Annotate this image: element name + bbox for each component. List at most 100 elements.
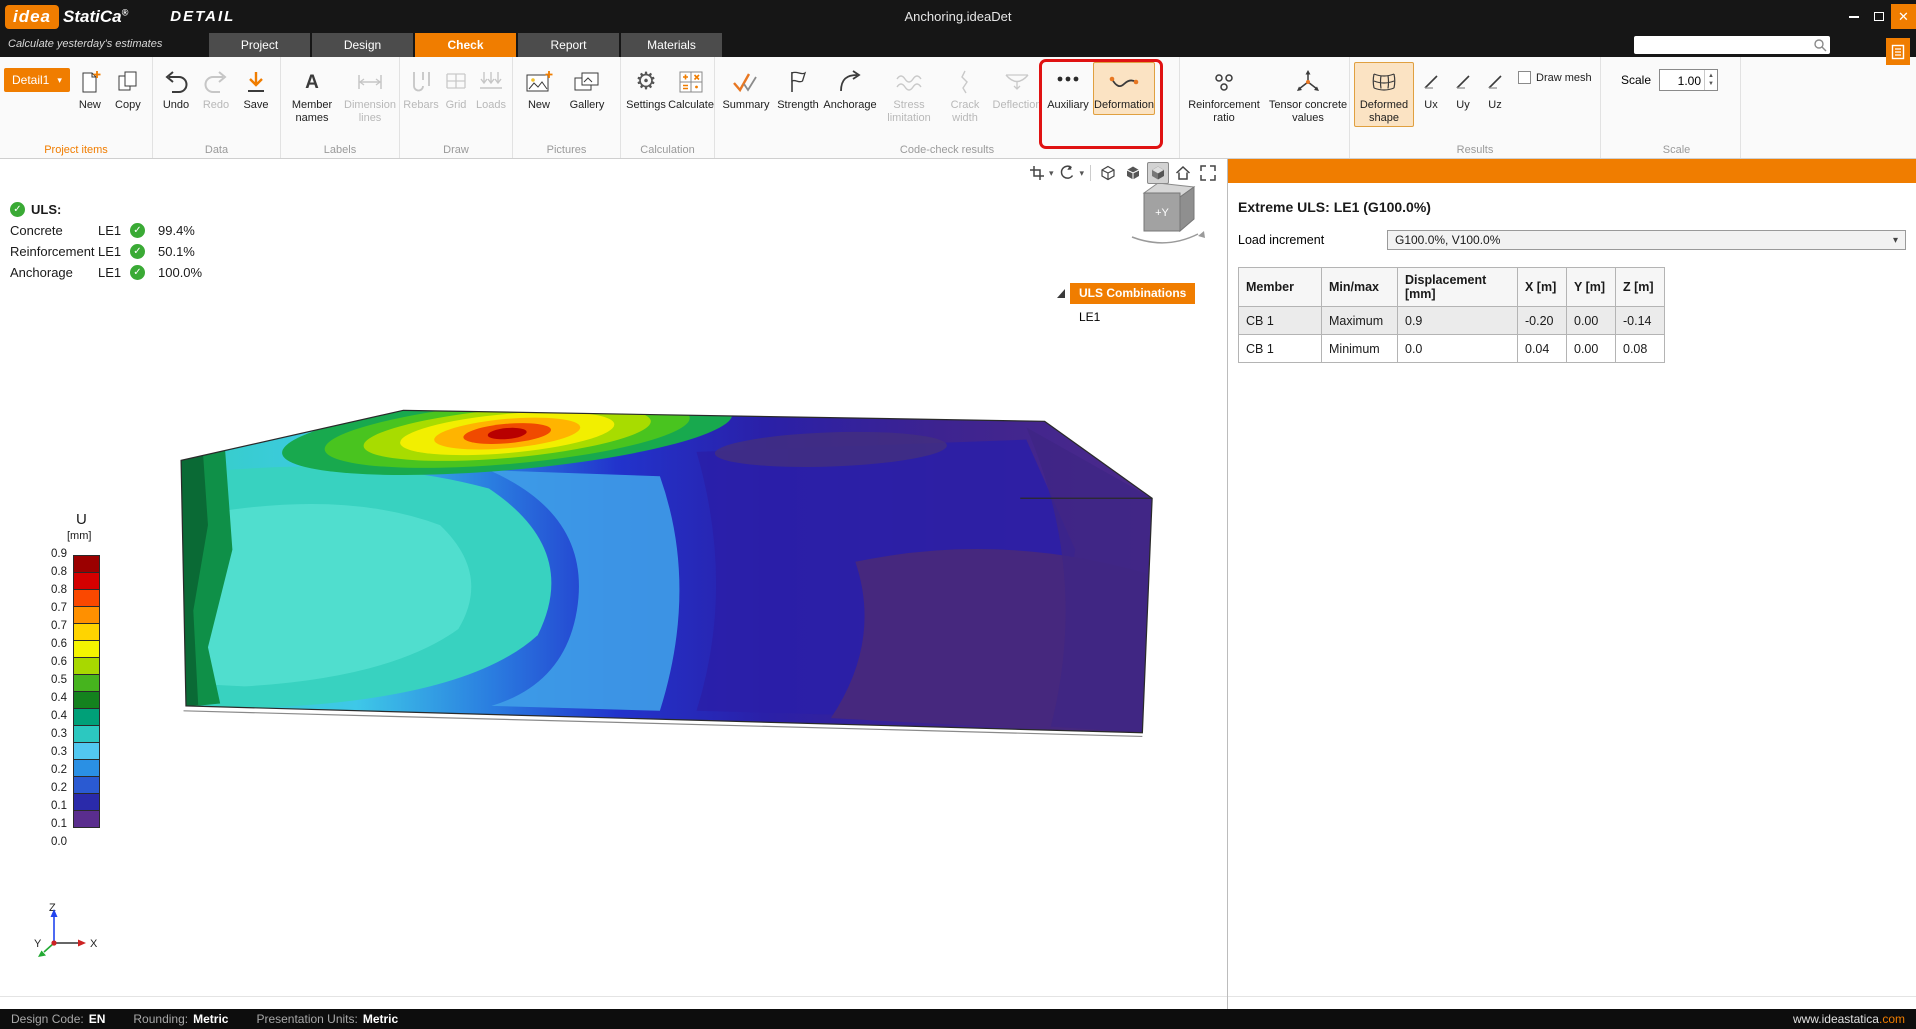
group-label-pictures: Pictures — [513, 144, 620, 156]
panel-header-strip — [1228, 159, 1916, 183]
tab-check[interactable]: Check — [415, 33, 516, 57]
legend-value: 0.8 — [30, 584, 67, 596]
legend-swatch — [73, 691, 100, 709]
units-value[interactable]: Metric — [363, 1012, 398, 1026]
draw-mesh-checkbox[interactable] — [1518, 71, 1531, 84]
loads-button[interactable]: Loads — [474, 62, 508, 115]
deflection-icon — [1003, 66, 1031, 98]
member-names-button[interactable]: A Member names — [285, 62, 339, 127]
gallery-button[interactable]: Gallery — [563, 62, 611, 115]
col-displacement: Displacement [mm] — [1398, 268, 1518, 307]
ribbon-options-button[interactable] — [1886, 38, 1910, 65]
dimension-lines-button[interactable]: Dimension lines — [341, 62, 399, 127]
save-icon — [244, 66, 268, 98]
orbit-dropdown-chevron[interactable]: ▾ — [1079, 168, 1084, 179]
crack-width-button[interactable]: Crack width — [941, 62, 989, 127]
legend-value: 0.3 — [30, 728, 67, 740]
orbit-tool-button[interactable] — [1056, 162, 1078, 184]
tab-project[interactable]: Project — [209, 33, 310, 57]
ribbon-group-scale: Scale 1.00 ▲▼ Scale — [1613, 57, 1741, 158]
legend-value: 0.7 — [30, 620, 67, 632]
close-button[interactable]: ✕ — [1891, 4, 1916, 29]
deflection-button[interactable]: Deflection — [991, 62, 1043, 115]
legend-value: 0.9 — [30, 548, 67, 560]
reinforcement-ratio-button[interactable]: Reinforcement ratio — [1184, 62, 1264, 127]
redo-button[interactable]: Redo — [197, 62, 235, 115]
settings-button[interactable]: ⚙ Settings — [625, 62, 667, 115]
uls-combinations-badge[interactable]: ULS Combinations — [1070, 283, 1195, 304]
detail-selector-button[interactable]: Detail1▾ — [4, 68, 70, 92]
tensor-concrete-values-button[interactable]: Tensor concrete values — [1266, 62, 1350, 127]
search-input[interactable] — [1634, 38, 1813, 52]
scale-spinner-arrows[interactable]: ▲▼ — [1704, 70, 1717, 90]
load-increment-select[interactable]: G100.0%, V100.0% ▾ — [1387, 230, 1906, 250]
document-title: Anchoring.ideaDet — [0, 9, 1916, 24]
combinations-expander[interactable] — [1057, 289, 1065, 298]
rebars-button[interactable]: Rebars — [404, 62, 438, 115]
legend-value: 0.2 — [30, 782, 67, 794]
deformation-plot[interactable] — [171, 403, 1161, 750]
summary-button[interactable]: Summary — [719, 62, 773, 115]
clipping-dropdown-chevron[interactable]: ▾ — [1049, 168, 1054, 179]
table-row[interactable]: CB 1 Minimum 0.0 0.04 0.00 0.08 — [1239, 335, 1665, 363]
clipping-tool-button[interactable] — [1026, 162, 1048, 184]
uy-button[interactable]: Uy — [1448, 62, 1478, 115]
stress-limitation-button[interactable]: Stress limitation — [879, 62, 939, 127]
restore-button[interactable] — [1866, 4, 1891, 29]
home-view-button[interactable] — [1172, 162, 1194, 184]
deformed-shape-button[interactable]: Deformed shape — [1354, 62, 1414, 127]
calculate-button[interactable]: Calculate — [669, 62, 713, 115]
new-project-item-button[interactable]: New — [72, 62, 108, 115]
tab-materials[interactable]: Materials — [621, 33, 722, 57]
scale-value[interactable]: 1.00 — [1660, 70, 1704, 90]
close-icon: ✕ — [1898, 9, 1909, 25]
title-bar: idea StatiCa® DETAIL Anchoring.ideaDet ✕ — [0, 0, 1916, 33]
tab-report[interactable]: Report — [518, 33, 619, 57]
new-picture-label: New — [528, 99, 550, 112]
crop-icon — [1029, 165, 1045, 181]
grid-label: Grid — [446, 99, 467, 112]
canvas-divider — [0, 996, 1227, 997]
minimize-button[interactable] — [1841, 4, 1866, 29]
solid-view-button[interactable] — [1122, 162, 1144, 184]
navigation-cube[interactable]: +Y — [1122, 179, 1210, 254]
copy-project-item-button[interactable]: Copy — [110, 62, 146, 115]
deformation-button[interactable]: Deformation — [1093, 62, 1155, 115]
ribbon: Detail1▾ New Copy Project items Undo — [0, 57, 1916, 159]
auxiliary-button[interactable]: Auxiliary — [1045, 62, 1091, 115]
search-box[interactable] — [1634, 36, 1830, 54]
legend-value: 0.3 — [30, 746, 67, 758]
spinner-down-icon[interactable]: ▼ — [1708, 80, 1714, 88]
grid-button[interactable]: Grid — [440, 62, 472, 115]
legend-swatch — [73, 708, 100, 726]
draw-mesh-toggle[interactable]: Draw mesh — [1518, 71, 1592, 84]
website-link[interactable]: www.ideastatica.com — [1793, 1012, 1905, 1026]
model-viewport[interactable]: ▾ ▾ ✓ ULS: — [0, 159, 1227, 1009]
uz-button[interactable]: Uz — [1480, 62, 1510, 115]
status-bar: Design Code: EN Rounding: Metric Present… — [0, 1009, 1916, 1029]
new-picture-button[interactable]: New — [517, 62, 561, 115]
design-code-value[interactable]: EN — [89, 1012, 106, 1026]
legend-swatch — [73, 555, 100, 573]
zoom-fit-button[interactable] — [1197, 162, 1219, 184]
spinner-up-icon[interactable]: ▲ — [1708, 72, 1714, 80]
anchorage-button[interactable]: Anchorage — [823, 62, 877, 115]
save-button[interactable]: Save — [237, 62, 275, 115]
legend-value: 0.2 — [30, 764, 67, 776]
ux-button[interactable]: Ux — [1416, 62, 1446, 115]
wireframe-view-button[interactable] — [1097, 162, 1119, 184]
check-ok-icon: ✓ — [130, 223, 145, 238]
shaded-view-button[interactable] — [1147, 162, 1169, 184]
ribbon-group-code-check: Summary Strength Anchorage Stress limita… — [715, 57, 1180, 158]
table-row[interactable]: CB 1 Maximum 0.9 -0.20 0.00 -0.14 — [1239, 307, 1665, 335]
tab-design[interactable]: Design — [312, 33, 413, 57]
restore-icon — [1874, 12, 1884, 21]
undo-button[interactable]: Undo — [157, 62, 195, 115]
strength-button[interactable]: Strength — [775, 62, 821, 115]
rounding-value[interactable]: Metric — [193, 1012, 228, 1026]
displacement-table: Member Min/max Displacement [mm] X [m] Y… — [1238, 267, 1665, 363]
load-case-item[interactable]: LE1 — [1079, 310, 1100, 324]
scale-stepper[interactable]: 1.00 ▲▼ — [1659, 69, 1718, 91]
strength-icon — [786, 66, 810, 98]
legend-swatch — [73, 725, 100, 743]
